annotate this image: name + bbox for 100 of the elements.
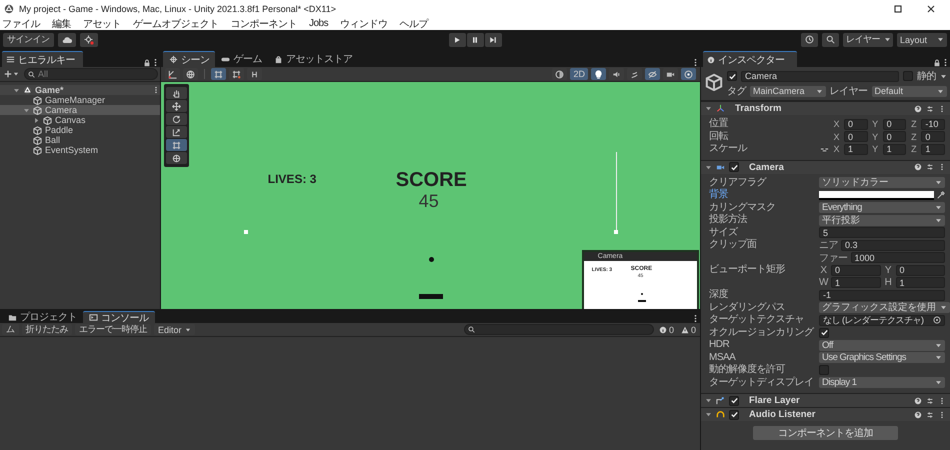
menu-item[interactable]: アセット bbox=[83, 16, 121, 30]
dropdown[interactable]: Use Graphics Settings bbox=[819, 352, 945, 364]
preset-icon[interactable] bbox=[926, 410, 934, 418]
number-field[interactable]: 1 bbox=[896, 277, 945, 288]
2d-toggle[interactable]: 2D bbox=[570, 68, 588, 80]
toolbar-toggle[interactable] bbox=[591, 68, 606, 80]
lock-icon[interactable] bbox=[142, 59, 151, 67]
checkbox[interactable] bbox=[729, 410, 739, 420]
tab[interactable]: ゲーム bbox=[215, 51, 268, 67]
help-icon[interactable] bbox=[914, 163, 922, 171]
tool-button[interactable] bbox=[166, 87, 187, 99]
checkbox[interactable] bbox=[903, 71, 913, 81]
toolbar-toggle[interactable] bbox=[681, 68, 696, 80]
layers-dropdown[interactable]: レイヤー bbox=[843, 32, 893, 46]
collapse-arrow-icon[interactable] bbox=[705, 164, 712, 170]
number-field[interactable]: 0 bbox=[882, 118, 906, 130]
checkbox[interactable] bbox=[819, 365, 829, 376]
layout-dropdown[interactable]: Layout bbox=[897, 32, 947, 46]
preset-icon[interactable] bbox=[926, 163, 934, 171]
toolbar-toggle[interactable] bbox=[552, 68, 568, 80]
step-button[interactable] bbox=[484, 32, 502, 46]
number-field[interactable]: 5 bbox=[819, 227, 945, 238]
editor-dropdown[interactable]: Editor bbox=[154, 324, 195, 336]
menu-item[interactable]: ヘルプ bbox=[400, 16, 428, 30]
message-counter[interactable]: 0 bbox=[656, 324, 676, 335]
tool-button[interactable] bbox=[166, 139, 187, 151]
toolbar-toggle[interactable] bbox=[645, 68, 660, 80]
tab[interactable]: プロジェクト bbox=[2, 311, 83, 324]
caret-icon[interactable] bbox=[940, 72, 947, 80]
number-field[interactable]: 1 bbox=[921, 144, 946, 155]
dropdown[interactable]: ソリッドカラー bbox=[819, 177, 945, 188]
checkbox[interactable] bbox=[819, 328, 829, 338]
component-header[interactable]: Flare Layer bbox=[701, 393, 950, 407]
checkbox[interactable] bbox=[727, 71, 737, 81]
collapse-arrow-icon[interactable] bbox=[12, 86, 20, 94]
toolbar-toggle[interactable] bbox=[164, 68, 180, 80]
number-field[interactable]: -1 bbox=[819, 290, 945, 301]
console-button[interactable]: ム bbox=[2, 324, 18, 336]
collab-button[interactable] bbox=[80, 32, 98, 46]
menu-item[interactable]: コンポーネント bbox=[230, 16, 297, 30]
dropdown[interactable]: Off bbox=[819, 340, 945, 351]
lock-icon[interactable] bbox=[933, 59, 941, 67]
tab[interactable]: ヒエラルキー bbox=[2, 51, 83, 67]
tool-button[interactable] bbox=[166, 113, 187, 125]
help-icon[interactable] bbox=[914, 410, 922, 418]
tree-item[interactable]: Ball bbox=[0, 135, 160, 145]
menu-item[interactable]: ゲームオブジェクト bbox=[133, 16, 218, 30]
message-counter[interactable]: 0 bbox=[678, 324, 698, 335]
collapse-arrow-icon[interactable] bbox=[705, 105, 712, 112]
menu-item[interactable]: 編集 bbox=[52, 16, 71, 30]
number-field[interactable]: 1 bbox=[882, 144, 906, 155]
toolbar-toggle[interactable] bbox=[228, 68, 244, 80]
dropdown[interactable]: Everything bbox=[819, 202, 945, 214]
help-icon[interactable] bbox=[914, 104, 922, 112]
component-header[interactable]: Camera bbox=[701, 160, 950, 174]
console-button[interactable]: 折りたたみ bbox=[22, 324, 72, 336]
pause-button[interactable] bbox=[466, 32, 484, 46]
tree-item[interactable]: Camera bbox=[0, 105, 160, 115]
number-field[interactable]: 1 bbox=[831, 277, 880, 288]
close-icon[interactable] bbox=[926, 4, 936, 14]
menu-item[interactable]: ウィンドウ bbox=[340, 16, 388, 30]
tree-item[interactable]: Paddle bbox=[0, 125, 160, 135]
toolbar-toggle[interactable] bbox=[182, 68, 198, 80]
console-button[interactable]: エラーで一時停止 bbox=[75, 324, 151, 336]
tool-button[interactable] bbox=[166, 126, 187, 138]
tree-item[interactable]: EventSystem bbox=[0, 145, 160, 155]
checkbox[interactable] bbox=[729, 396, 739, 406]
tool-button[interactable] bbox=[166, 152, 187, 164]
preset-icon[interactable] bbox=[926, 396, 934, 404]
add-component-button[interactable]: コンポーネントを追加 bbox=[753, 426, 898, 440]
number-field[interactable]: 1000 bbox=[850, 252, 945, 264]
tree-item[interactable]: Canvas bbox=[0, 115, 160, 125]
cloud-button[interactable] bbox=[58, 32, 76, 46]
tab[interactable]: インスペクター bbox=[703, 51, 796, 67]
number-field[interactable]: 0 bbox=[896, 264, 945, 276]
color-field[interactable] bbox=[819, 190, 945, 201]
help-icon[interactable] bbox=[914, 396, 922, 404]
tree-item[interactable]: Game* bbox=[0, 85, 160, 95]
dropdown[interactable]: 平行投影 bbox=[819, 214, 945, 226]
component-header[interactable]: Audio Listener bbox=[701, 407, 950, 421]
toolbar-toggle[interactable] bbox=[210, 68, 226, 80]
tab[interactable]: アセットストア bbox=[268, 51, 358, 67]
play-button[interactable] bbox=[448, 32, 466, 46]
number-field[interactable]: 0 bbox=[831, 264, 880, 276]
name-field[interactable]: Camera bbox=[741, 70, 899, 82]
search-button[interactable] bbox=[822, 32, 839, 46]
dropdown[interactable]: グラフィックス設定を使用 bbox=[819, 302, 950, 314]
maximize-icon[interactable] bbox=[893, 4, 903, 14]
menu-item[interactable]: Jobs bbox=[309, 18, 328, 29]
number-field[interactable]: 0 bbox=[921, 131, 946, 142]
preset-icon[interactable] bbox=[926, 104, 934, 112]
number-field[interactable]: 0.3 bbox=[841, 240, 945, 251]
eyedropper-icon[interactable] bbox=[936, 190, 945, 200]
number-field[interactable]: 1 bbox=[844, 144, 868, 155]
number-field[interactable]: 0 bbox=[844, 131, 868, 142]
component-header[interactable]: Transform bbox=[701, 101, 950, 115]
toolbar-toggle[interactable] bbox=[246, 68, 262, 80]
tool-button[interactable] bbox=[166, 100, 187, 112]
number-field[interactable]: -10 bbox=[921, 118, 946, 130]
toolbar-toggle[interactable] bbox=[663, 68, 678, 80]
